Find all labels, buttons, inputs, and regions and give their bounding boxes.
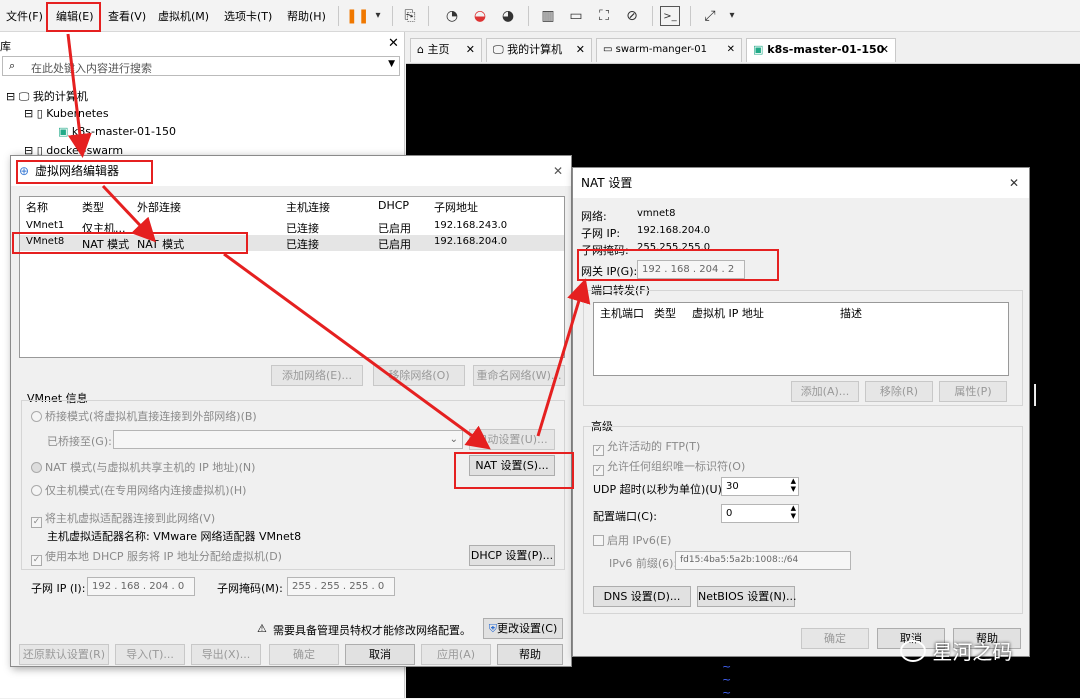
watermark: 星河之码 <box>900 636 1050 666</box>
annotation-arrows <box>66 33 591 450</box>
watermark-text: 星河之码 <box>932 640 1013 664</box>
wechat-icon <box>900 640 926 662</box>
arrow <box>66 33 92 158</box>
arrow <box>223 252 491 450</box>
arrow <box>101 184 157 243</box>
arrow <box>536 278 591 437</box>
